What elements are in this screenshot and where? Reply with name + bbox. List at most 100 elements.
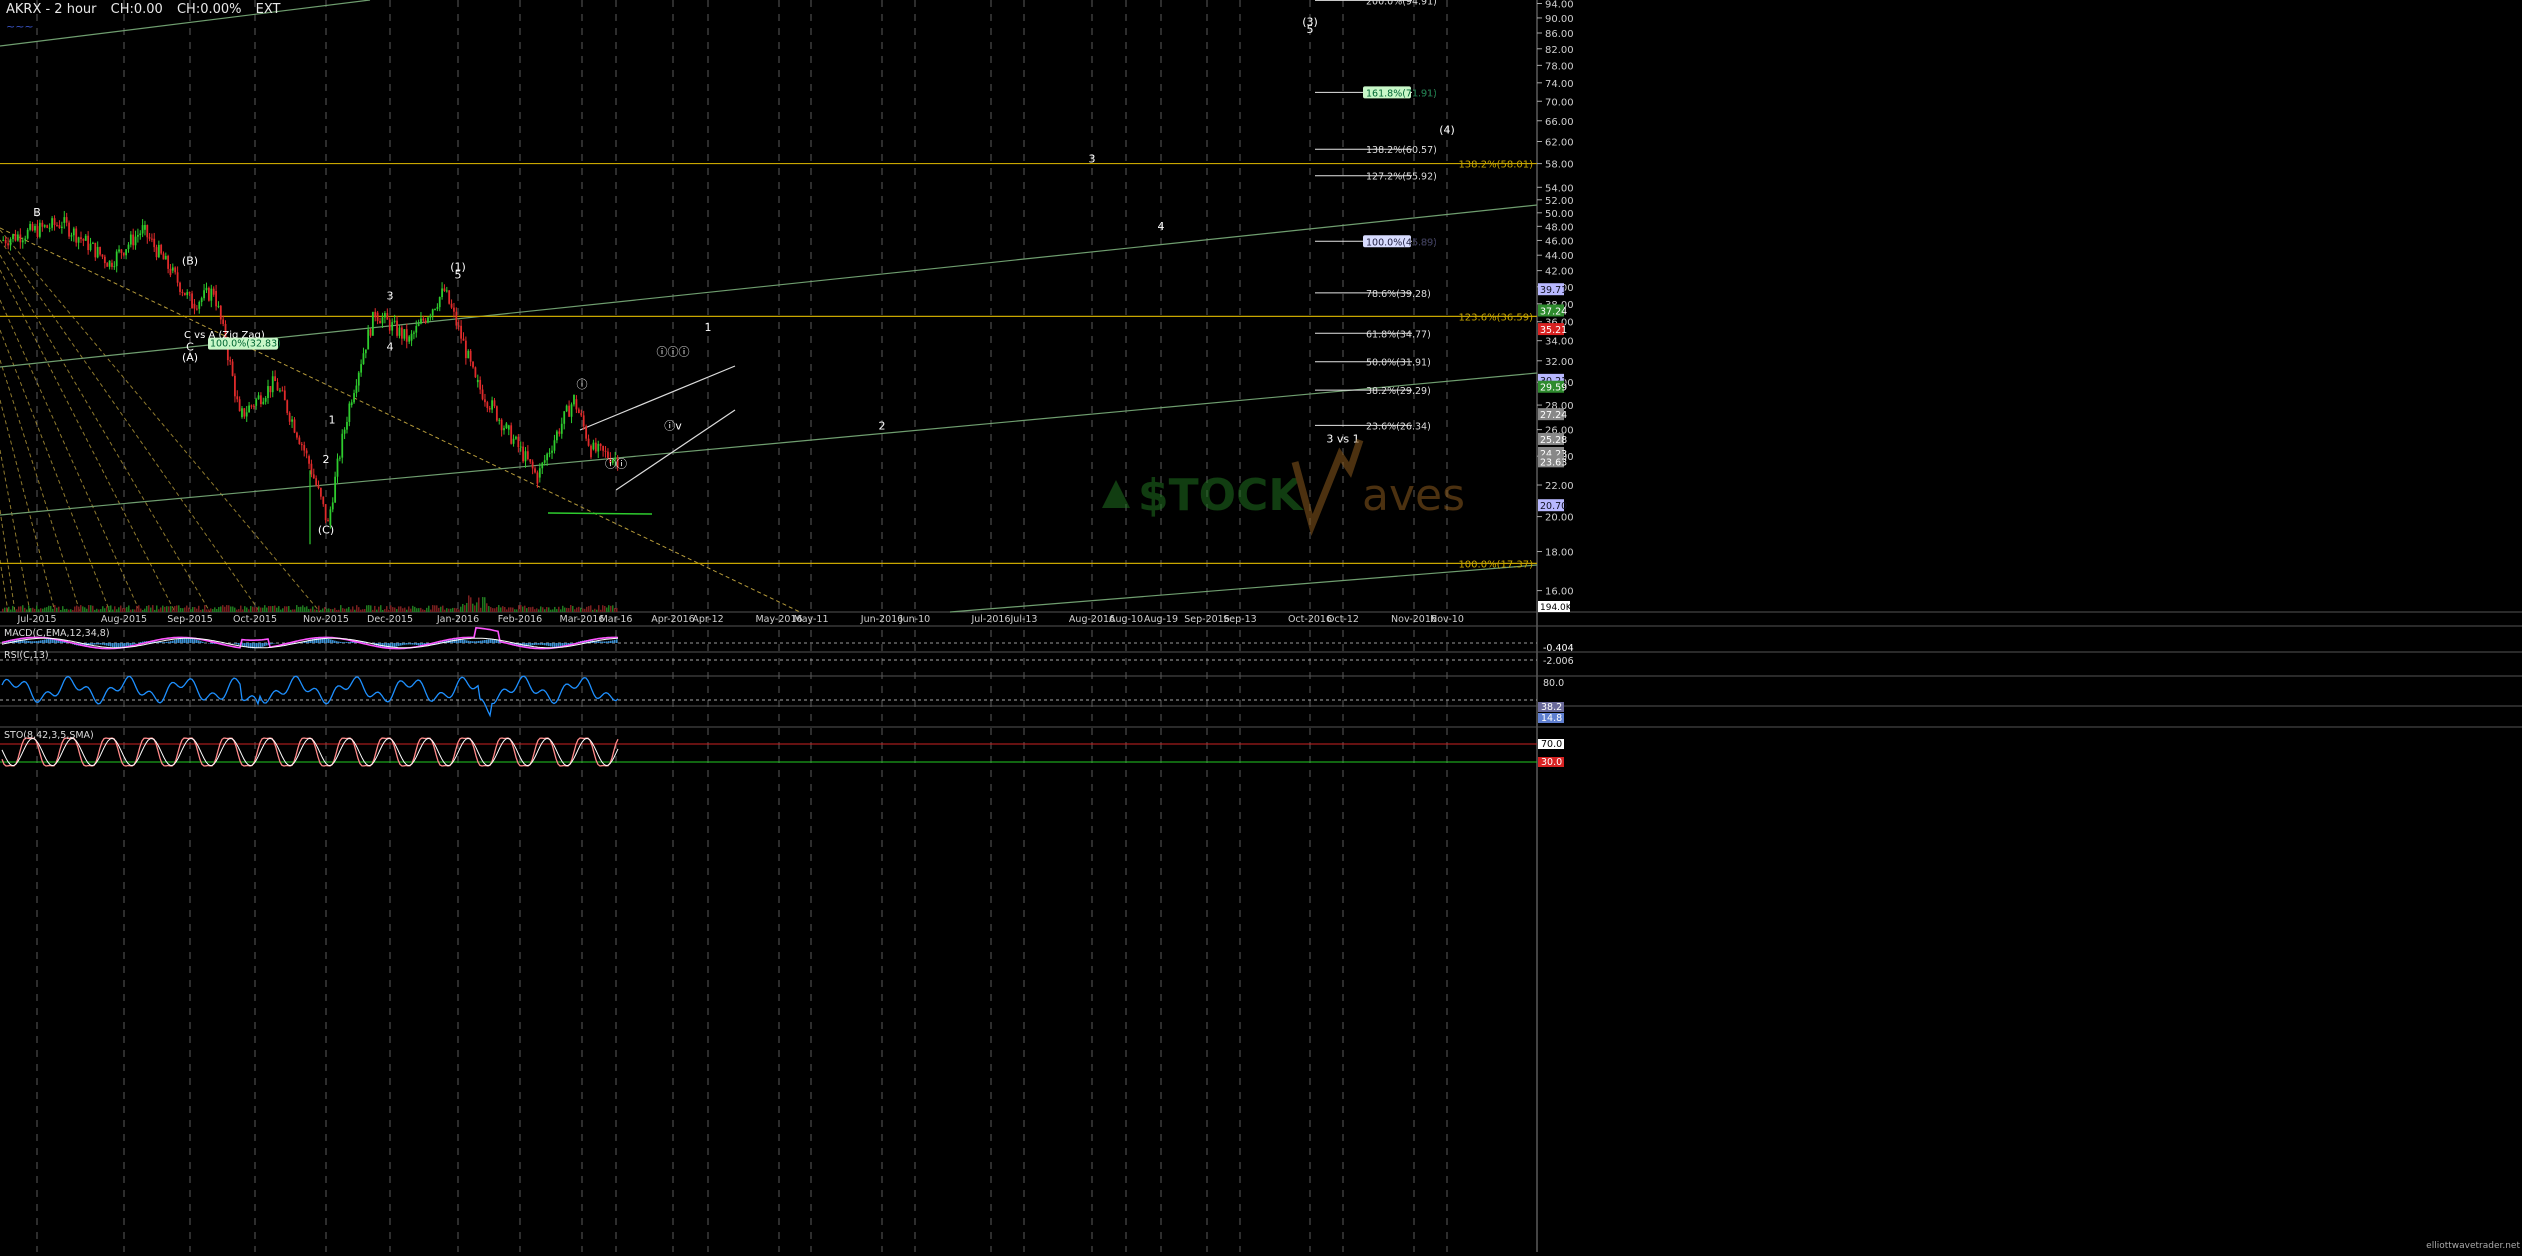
candle-body [186, 292, 188, 295]
candle-body [506, 423, 508, 428]
candle-body [491, 400, 493, 409]
candle-body [118, 249, 120, 251]
macd-hist-bar [192, 638, 194, 643]
volume-bar [350, 609, 352, 612]
candle-body [339, 458, 341, 459]
candle-body [367, 329, 369, 349]
candle-body [177, 272, 179, 282]
macd-hist-bar [412, 643, 414, 645]
volume-bar [252, 607, 254, 612]
volume-bar [16, 609, 18, 612]
x-axis-label: Jun-10 [899, 614, 930, 625]
volume-bar [108, 606, 110, 612]
candle-body [420, 319, 422, 324]
rsi-line [2, 676, 618, 715]
volume-bar [420, 608, 422, 612]
wave-label: ⓘv [664, 420, 682, 433]
x-axis-label: Nov-10 [1430, 614, 1464, 625]
x-axis-label: Jul-2016 [970, 614, 1010, 625]
volume-bar [544, 609, 546, 612]
macd-hist-bar [26, 641, 28, 643]
macd-hist-bar [258, 643, 260, 648]
candle-body [251, 406, 253, 407]
volume-bar [2, 609, 4, 612]
volume-bar [528, 607, 530, 612]
volume-bar [178, 605, 180, 612]
candle-body [394, 321, 396, 322]
volume-bar [218, 607, 220, 612]
wave-label: 5 [455, 269, 462, 282]
candle-body [455, 312, 457, 326]
macd-hist-bar [612, 640, 614, 643]
volume-bar [430, 610, 432, 612]
x-axis-label: Apr-12 [692, 614, 723, 625]
volume-bar [256, 607, 258, 612]
candle-body [39, 223, 41, 237]
macd-hist-bar [492, 639, 494, 643]
candle-body [208, 288, 210, 301]
volume-bar [596, 610, 598, 612]
volume-bar [290, 610, 292, 612]
candle-body [415, 326, 417, 333]
macd-hist-bar [474, 641, 476, 643]
macd-hist-bar [106, 643, 108, 646]
candle-body [353, 393, 355, 402]
fib-level-label: 138.2%(58.01) [1458, 160, 1533, 171]
volume-bar [174, 606, 176, 612]
candle-body [194, 304, 196, 309]
volume-bar [18, 607, 20, 612]
wave-label: 1 [705, 321, 712, 334]
volume-bar [92, 606, 94, 612]
candle-body [513, 439, 515, 444]
volume-bar [556, 609, 558, 612]
macd-hist-bar [178, 639, 180, 643]
candle-body [213, 289, 215, 295]
volume-bar [296, 605, 298, 612]
candle-body [588, 439, 590, 446]
x-axis-label: Sep-2015 [167, 614, 213, 625]
volume-bar [398, 606, 400, 612]
macd-hist-bar [604, 642, 606, 643]
candle-body [344, 430, 346, 434]
candle-body [544, 460, 546, 463]
volume-bar [514, 609, 516, 612]
macd-hist-bar [554, 643, 556, 647]
volume-bar [206, 609, 208, 612]
volume-bar [318, 606, 320, 612]
macd-hist-bar [416, 643, 418, 645]
candle-body [87, 236, 89, 250]
symbol-timeframe: AKRX - 2 hour [6, 2, 97, 17]
fib-extensions: 200.0%(94.91)161.8%(71.91)138.2%(60.57)1… [1315, 0, 1437, 432]
candle-body [554, 440, 556, 450]
candle-body [253, 406, 255, 407]
volume-bar [496, 607, 498, 612]
volume-bar [248, 609, 250, 612]
y-tick-label: 32.00 [1545, 357, 1574, 368]
candle-body [315, 478, 317, 485]
y-tick-label: 18.00 [1545, 548, 1574, 559]
macd-hist-bar [394, 643, 396, 647]
x-axis-label: Jan-2016 [436, 614, 479, 625]
macd-hist-bar [234, 643, 236, 644]
y-tick-label: 58.00 [1545, 160, 1574, 171]
macd-hist-bar [344, 642, 346, 643]
candle-body [198, 302, 200, 309]
candle-body [465, 341, 467, 358]
volume-bar [530, 607, 532, 612]
macd-hist-bar [408, 643, 410, 644]
macd-hist-bar [42, 640, 44, 643]
volume-bar [378, 607, 380, 612]
rsi-value: 38.2 [1541, 702, 1562, 713]
wave-label: 4 [387, 341, 394, 354]
macd-value-2: -2.006 [1543, 656, 1574, 667]
candle-body [551, 451, 553, 453]
macd-hist-bar [176, 639, 178, 643]
candle-body [379, 321, 381, 323]
candle-body [56, 225, 58, 226]
price-box-label: 20.70 [1540, 501, 1567, 512]
price-chart[interactable]: 94.0090.0086.0082.0078.0074.0070.0066.00… [0, 0, 2522, 1252]
candle-body [337, 459, 339, 477]
candle-body [403, 329, 405, 338]
volume-bar [592, 610, 594, 612]
volume-bar [362, 609, 364, 612]
